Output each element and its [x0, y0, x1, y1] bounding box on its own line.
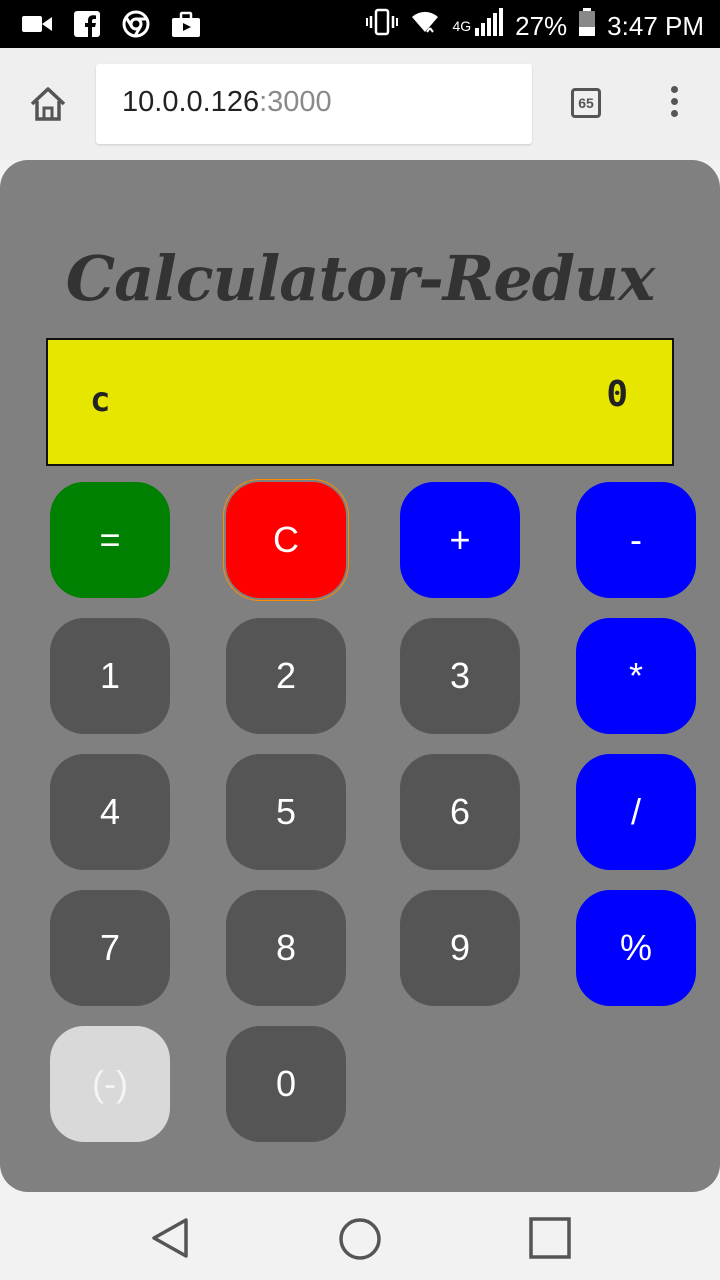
divide-button[interactable]: /	[576, 754, 696, 870]
briefcase-icon	[172, 11, 200, 42]
vibrate-icon	[366, 8, 399, 43]
calculator-panel: Calculator-Redux c 0 = C + - 1 2 3 * 4 5…	[0, 160, 720, 1192]
battery-percent: 27%	[515, 10, 568, 41]
multiply-button[interactable]: *	[576, 618, 696, 734]
system-nav-bar	[0, 1192, 720, 1280]
minus-button[interactable]: -	[576, 482, 696, 598]
facebook-icon	[74, 11, 100, 42]
equals-button[interactable]: =	[50, 482, 170, 598]
digit-7-button[interactable]: 7	[50, 890, 170, 1006]
clear-button[interactable]: C	[223, 479, 349, 601]
digit-4-button[interactable]: 4	[50, 754, 170, 870]
status-bar: 4G 27% 3:47 PM	[0, 0, 720, 48]
chrome-icon	[122, 10, 150, 43]
digit-1-button[interactable]: 1	[50, 618, 170, 734]
digit-8-button[interactable]: 8	[226, 890, 346, 1006]
page-title: Calculator-Redux	[65, 242, 655, 315]
digit-3-button[interactable]: 3	[400, 618, 520, 734]
digit-6-button[interactable]: 6	[400, 754, 520, 870]
battery-icon	[579, 8, 596, 43]
percent-button[interactable]: %	[576, 890, 696, 1006]
recents-icon[interactable]	[528, 1216, 572, 1264]
address-bar[interactable]: 10.0.0.126:3000	[96, 64, 532, 144]
back-icon[interactable]	[148, 1216, 192, 1264]
url-text: 10.0.0.126:3000	[122, 86, 332, 119]
wifi-icon	[410, 8, 440, 43]
video-icon	[22, 13, 52, 40]
browser-toolbar: 10.0.0.126:3000 65	[0, 48, 720, 160]
home-icon[interactable]	[28, 84, 68, 124]
display-value: 0	[606, 374, 628, 415]
tabs-icon[interactable]: 65	[571, 88, 601, 118]
clock: 3:47 PM	[607, 10, 704, 41]
digit-2-button[interactable]: 2	[226, 618, 346, 734]
more-vert-icon[interactable]	[668, 86, 680, 122]
negate-button[interactable]: (-)	[50, 1026, 170, 1142]
signal-icon	[475, 8, 504, 43]
digit-0-button[interactable]: 0	[226, 1026, 346, 1142]
network-type-label: 4G	[452, 17, 472, 34]
display-operator: c	[90, 380, 111, 420]
plus-button[interactable]: +	[400, 482, 520, 598]
digit-9-button[interactable]: 9	[400, 890, 520, 1006]
calculator-display: c 0	[46, 338, 674, 466]
url-port: :3000	[259, 86, 332, 118]
url-host: 10.0.0.126	[122, 86, 260, 118]
tab-count: 65	[578, 95, 594, 111]
home-circle-icon[interactable]	[337, 1216, 383, 1266]
digit-5-button[interactable]: 5	[226, 754, 346, 870]
